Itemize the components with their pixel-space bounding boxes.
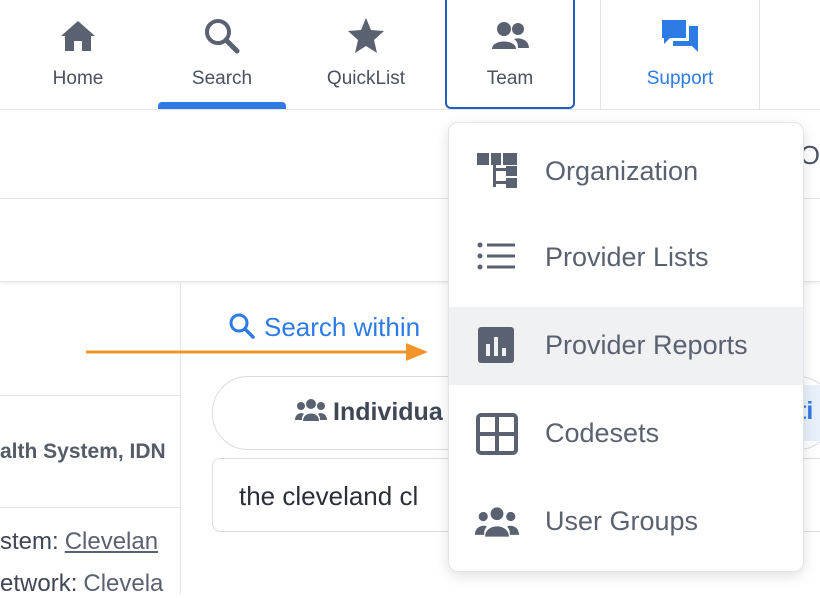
search-within-label: Search within	[264, 312, 421, 342]
nav-team-label: Team	[486, 68, 534, 89]
menu-item-label: Provider Reports	[545, 330, 748, 360]
detail-label: etwork:	[0, 570, 78, 597]
nav-search[interactable]: Search	[158, 0, 286, 109]
users-icon	[295, 399, 327, 421]
nav-search-label: Search	[191, 68, 253, 89]
team-dropdown-menu: Organization Provider Lists Provider Rep…	[448, 122, 804, 572]
top-nav: Home Search QuickList Team Support	[0, 0, 820, 110]
nav-quicklist-label: QuickList	[326, 68, 406, 89]
search-input-value: the cleveland cl	[239, 481, 419, 511]
bar-chart-icon	[478, 327, 514, 363]
menu-item-label: Codesets	[545, 418, 660, 448]
left-detail-panel: alth System, IDN stem: Clevelan etwork: Cl…	[0, 282, 181, 597]
nav-home-label: Home	[52, 68, 104, 89]
menu-item-user-groups[interactable]: User Groups	[449, 483, 803, 561]
menu-item-codesets[interactable]: Codesets	[449, 395, 803, 473]
system-type-text: alth System, IDN	[0, 440, 166, 463]
search-within-link[interactable]: Search within	[228, 312, 420, 343]
menu-item-label: Organization	[545, 156, 699, 186]
nav-quicklist[interactable]: QuickList	[302, 0, 430, 109]
list-icon	[477, 242, 515, 270]
nav-home[interactable]: Home	[18, 0, 138, 109]
nav-support[interactable]: Support	[600, 0, 760, 109]
menu-item-label: User Groups	[545, 506, 699, 536]
divider	[0, 395, 180, 396]
menu-item-provider-lists[interactable]: Provider Lists	[449, 219, 803, 297]
search-icon	[229, 313, 255, 339]
system-link[interactable]: Clevelan	[65, 528, 158, 555]
detail-row-system: stem: Clevelan	[0, 528, 158, 556]
annotation-arrow	[86, 343, 428, 361]
tab-individual-label: Individua	[333, 398, 443, 426]
detail-label: stem:	[0, 528, 59, 555]
nav-team[interactable]: Team	[445, 0, 575, 109]
team-icon	[492, 22, 529, 49]
star-icon	[348, 18, 384, 53]
menu-item-organization[interactable]: Organization	[449, 133, 803, 211]
nav-support-label: Support	[646, 68, 714, 89]
grid-icon	[476, 413, 518, 455]
divider	[0, 507, 180, 508]
menu-item-label: Provider Lists	[545, 242, 709, 272]
home-icon	[61, 21, 95, 51]
chat-icon	[662, 20, 698, 52]
network-value: Clevela	[83, 570, 164, 597]
search-icon	[205, 19, 240, 54]
tab-individual[interactable]: Individua	[295, 397, 443, 427]
org-chart-icon	[477, 153, 517, 188]
menu-item-provider-reports[interactable]: Provider Reports	[449, 307, 803, 385]
active-tab-indicator	[158, 102, 286, 109]
users-icon	[475, 507, 519, 537]
